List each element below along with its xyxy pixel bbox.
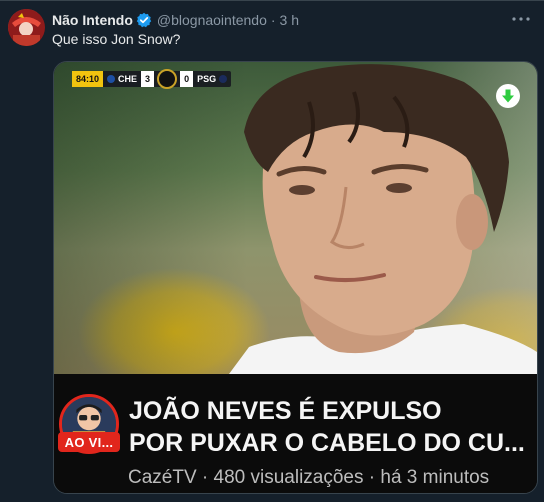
tweet-text: Que isso Jon Snow? (52, 31, 181, 47)
home-team-name: CHE (118, 74, 138, 84)
video-title-line-2: POR PUXAR O CABELO DO CU... (129, 429, 525, 457)
away-crest-icon (219, 75, 228, 83)
video-meta: CazéTV · 480 visualizações · há 3 minuto… (128, 467, 490, 488)
home-score: 3 (141, 71, 155, 87)
video-title-line-1: JOÃO NEVES É EXPULSO (129, 397, 442, 425)
tweet-article[interactable]: Não Intendo @blognaointendo · 3 h Que is… (0, 0, 544, 502)
separator-dot: · (270, 12, 276, 28)
player-image (229, 64, 537, 374)
video-frame[interactable]: 84:10 CHE 3 0 PSG (54, 62, 537, 374)
tweet-timestamp[interactable]: 3 h (280, 12, 299, 28)
away-team: PSG (193, 71, 231, 87)
video-title[interactable]: JOÃO NEVES É EXPULSO POR PUXAR O CABELO … (129, 395, 529, 459)
download-button[interactable] (496, 84, 520, 108)
verified-badge-icon[interactable] (136, 12, 152, 28)
home-team: CHE (103, 71, 141, 87)
author-name[interactable]: Não Intendo (52, 12, 133, 28)
tweet-header: Não Intendo @blognaointendo · 3 h (52, 10, 299, 30)
away-team-name: PSG (197, 74, 217, 84)
author-handle[interactable]: @blognaointendo (157, 12, 267, 28)
media-card[interactable]: 84:10 CHE 3 0 PSG AO VI... JOÃO NEVES É … (53, 61, 538, 494)
download-arrow-icon (502, 89, 514, 103)
away-score: 0 (180, 71, 194, 87)
tournament-logo-icon (157, 69, 178, 89)
scoreboard: 84:10 CHE 3 0 PSG (72, 69, 232, 89)
live-badge: AO VI... (58, 432, 120, 452)
author-avatar[interactable] (8, 9, 45, 46)
home-crest-icon (107, 75, 116, 83)
more-options-icon[interactable] (510, 8, 532, 30)
match-clock: 84:10 (72, 71, 104, 87)
video-info-bar: AO VI... JOÃO NEVES É EXPULSO POR PUXAR … (54, 374, 537, 493)
